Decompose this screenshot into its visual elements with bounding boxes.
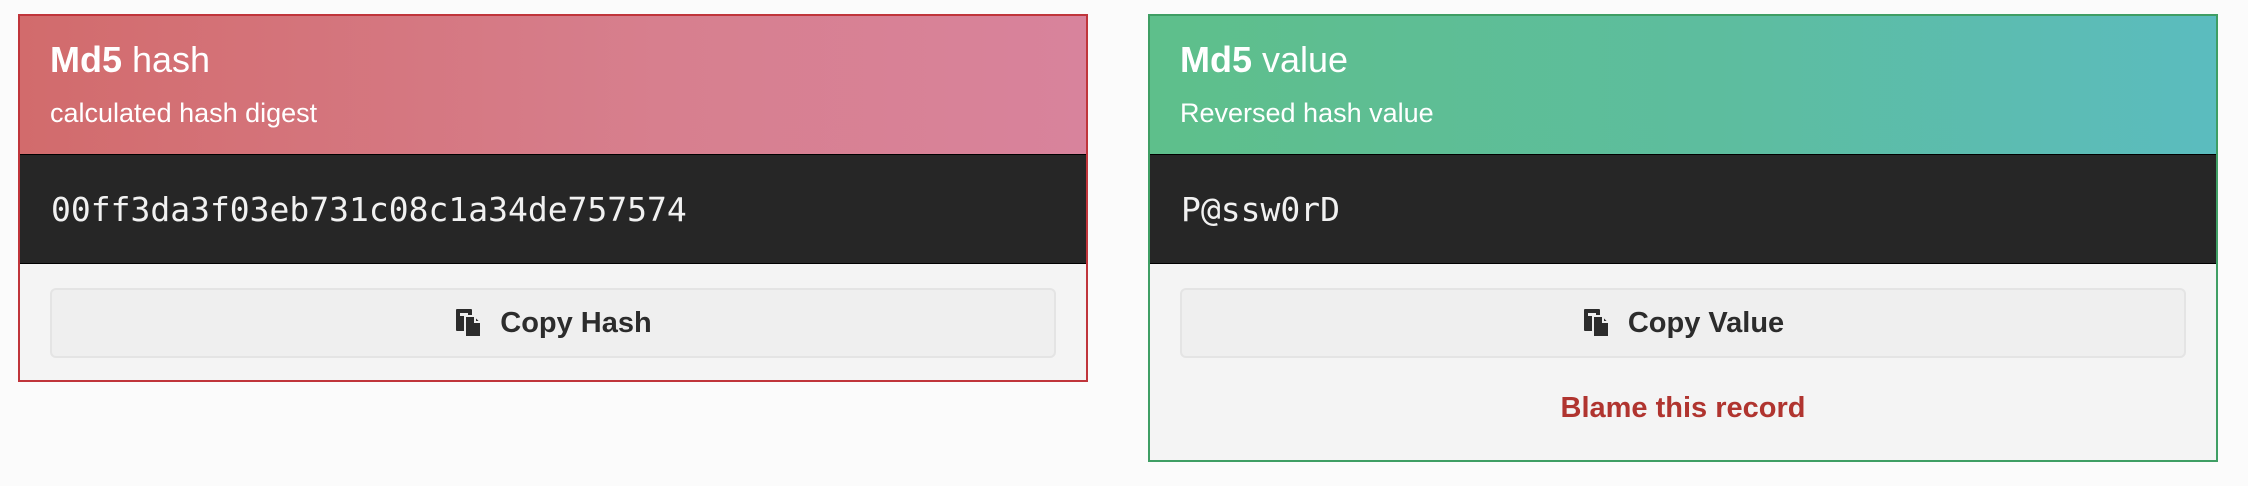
copy-value-button[interactable]: Copy Value bbox=[1180, 288, 2186, 358]
copy-hash-button[interactable]: Copy Hash bbox=[50, 288, 1056, 358]
md5-hash-card: Md5 hash calculated hash digest 00ff3da3… bbox=[18, 14, 1088, 382]
value-card-subtitle: Reversed hash value bbox=[1180, 98, 1434, 128]
md5-value-card: Md5 value Reversed hash value P@ssw0rD C… bbox=[1148, 14, 2218, 462]
value-card-title-bold: Md5 bbox=[1180, 39, 1252, 80]
hash-card-header: Md5 hash calculated hash digest bbox=[20, 16, 1086, 154]
copy-hash-button-label: Copy Hash bbox=[500, 306, 652, 339]
value-card-header: Md5 value Reversed hash value bbox=[1150, 16, 2216, 154]
copy-icon bbox=[456, 309, 483, 338]
value-card-title: Md5 value bbox=[1180, 38, 2186, 82]
hash-card-title-rest: hash bbox=[132, 39, 211, 80]
value-card-title-rest: value bbox=[1262, 39, 1349, 80]
hash-card-title: Md5 hash bbox=[50, 38, 1056, 82]
reversed-value-output[interactable]: P@ssw0rD bbox=[1150, 154, 2216, 264]
page: Md5 hash calculated hash digest 00ff3da3… bbox=[0, 0, 2248, 486]
copy-icon bbox=[1583, 309, 1610, 338]
hash-card-subtitle: calculated hash digest bbox=[50, 98, 318, 128]
blame-record-link[interactable]: Blame this record bbox=[1150, 392, 2216, 425]
hash-card-title-bold: Md5 bbox=[50, 39, 122, 80]
hash-digest-output[interactable]: 00ff3da3f03eb731c08c1a34de757574 bbox=[20, 154, 1086, 264]
copy-value-button-label: Copy Value bbox=[1627, 306, 1785, 339]
